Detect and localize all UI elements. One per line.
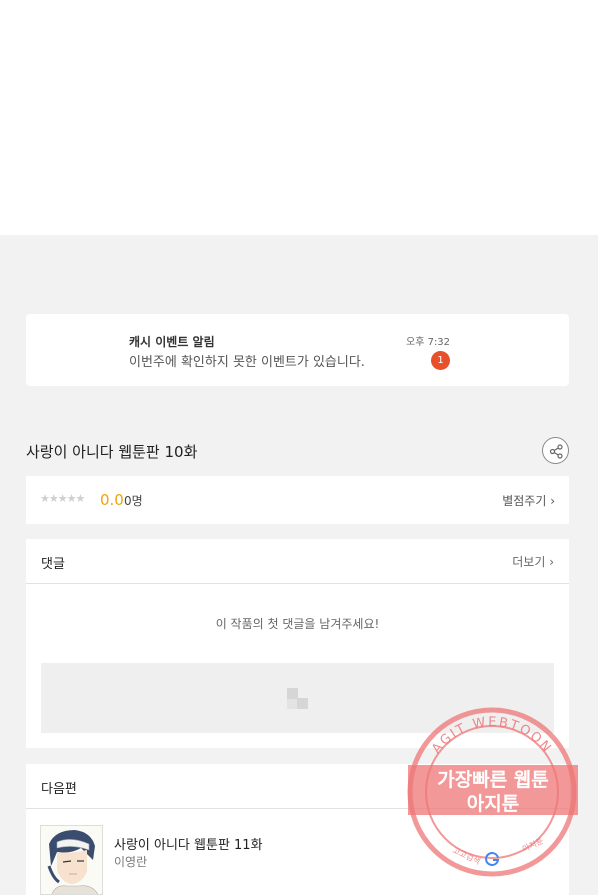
next-episode-title: 사랑이 아니다 웹툰판 11화 [114, 838, 263, 853]
rating-count: 0명 [124, 494, 143, 508]
svg-text:아지툰: 아지툰 [521, 835, 545, 853]
comments-header: 댓글 더보기 › [26, 539, 569, 584]
next-episode-thumbnail[interactable] [40, 825, 103, 895]
watermark-line1: 가장빠른 웹툰 [437, 769, 549, 791]
comments-more-link[interactable]: 더보기 › [512, 553, 554, 570]
comments-label: 댓글 [41, 557, 65, 572]
google-g-icon [485, 852, 500, 866]
rating-bar: ★★★★★ 0.0 0명 별점주기 › [26, 476, 569, 524]
next-episode-author: 이영란 [114, 855, 148, 869]
notification-badge: 1 [431, 351, 450, 370]
episode-title: 사랑이 아니다 웹툰판 10화 [26, 443, 198, 461]
character-thumbnail-image [41, 826, 102, 894]
top-blank-area [0, 0, 598, 235]
rate-button[interactable]: 별점주기 › [502, 492, 555, 509]
next-episode-label: 다음편 [41, 782, 77, 797]
ad-placeholder-icon [287, 688, 308, 709]
share-icon [549, 444, 563, 459]
notification-card[interactable]: 캐시 이벤트 알림 이번주에 확인하지 못한 이벤트가 있습니다. 오후 7:3… [26, 314, 569, 386]
watermark-banner: 가장빠른 웹툰 아지툰 [408, 765, 578, 815]
notification-time: 오후 7:32 [406, 337, 451, 348]
notification-title: 캐시 이벤트 알림 [129, 335, 215, 349]
comments-empty-message: 이 작품의 첫 댓글을 남겨주세요! [215, 617, 380, 631]
watermark-line2: 아지툰 [466, 793, 520, 815]
share-button[interactable] [542, 437, 569, 464]
rating-score: 0.0 [100, 491, 124, 509]
star-rating-icons: ★★★★★ [40, 492, 85, 505]
notification-message: 이번주에 확인하지 못한 이벤트가 있습니다. [129, 355, 365, 370]
